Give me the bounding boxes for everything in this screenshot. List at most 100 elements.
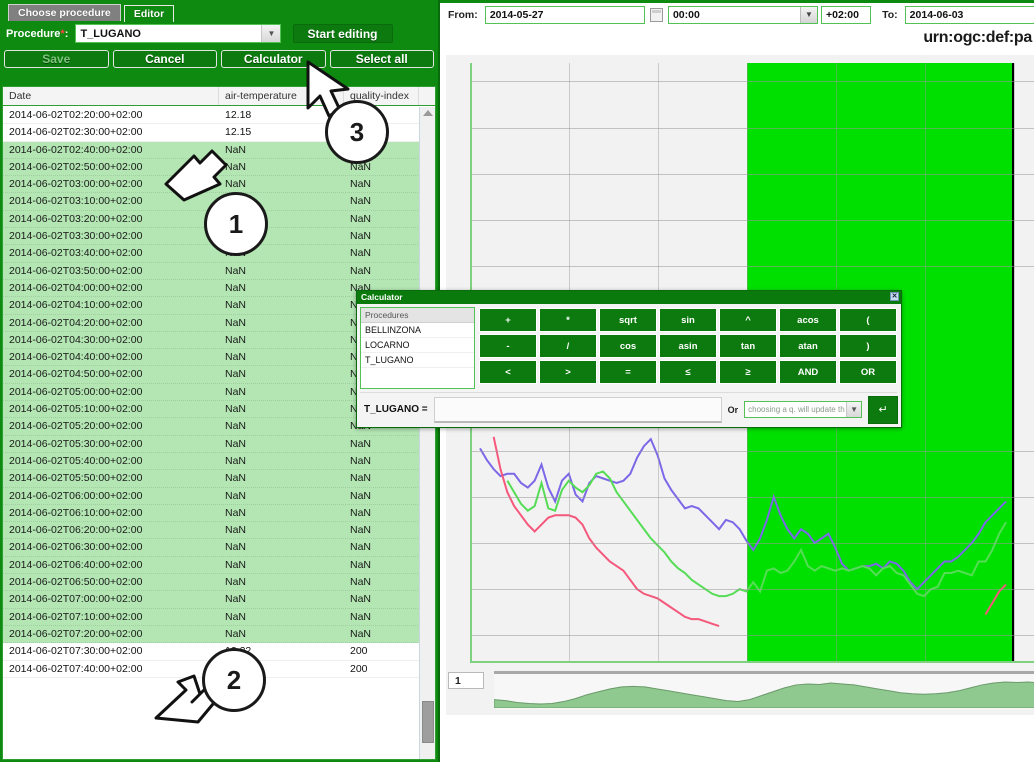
cell-qi: NaN [350, 524, 372, 537]
chart-overview-strip[interactable] [494, 671, 1034, 709]
calc-key-asin[interactable]: asin [659, 334, 717, 358]
calculator-keypad[interactable]: + * sqrt sin ^ acos( - / cos asin tan atan) < > = ≤ ≥ AND… [479, 308, 897, 384]
scrollbar-thumb[interactable] [422, 701, 434, 743]
cell-temp: NaN [225, 368, 247, 381]
calc-key-[interactable]: ( [839, 308, 897, 332]
calc-key-OR[interactable]: OR [839, 360, 897, 384]
calc-key-[interactable]: * [539, 308, 597, 332]
calc-key-[interactable]: < [479, 360, 537, 384]
overview-area-chart [494, 681, 1034, 709]
calc-key-[interactable]: ≤ [659, 360, 717, 384]
x-gridline [1014, 63, 1015, 661]
scroll-up-icon[interactable] [423, 110, 433, 116]
cell-date: 2014-06-02T06:30:00+02:00 [9, 541, 143, 554]
cell-temp: NaN [225, 472, 247, 485]
calc-key-sqrt[interactable]: sqrt [599, 308, 657, 332]
procedure-combobox[interactable]: ▼ [75, 24, 282, 43]
tab-editor[interactable]: Editor [123, 5, 175, 22]
timezone-input[interactable]: +02:00 [821, 6, 871, 24]
procedure-input[interactable] [76, 25, 263, 42]
calculator-dialog[interactable]: Calculator ✕ Procedures BELLINZONA LOCAR… [356, 290, 902, 428]
table-row[interactable]: 2014-06-02T06:40:00+02:00 NaN NaN [3, 556, 420, 575]
table-row[interactable]: 2014-06-02T05:30:00+02:00 NaN NaN [3, 435, 420, 453]
cell-qi: NaN [350, 541, 372, 554]
chevron-down-icon[interactable]: ▼ [799, 7, 817, 23]
table-row[interactable]: 2014-06-02T05:50:00+02:00 NaN NaN [3, 470, 420, 488]
calculator-titlebar[interactable]: Calculator ✕ [357, 291, 901, 304]
table-row[interactable]: 2014-06-02T06:30:00+02:00 NaN NaN [3, 539, 420, 557]
chart-page-number[interactable]: 1 [448, 672, 484, 689]
cell-temp: NaN [225, 299, 247, 312]
series-blue [479, 437, 1007, 591]
cell-date: 2014-06-02T06:10:00+02:00 [9, 506, 143, 519]
expression-input[interactable] [433, 396, 722, 423]
calc-key-[interactable]: > [539, 360, 597, 384]
cell-date: 2014-06-02T04:00:00+02:00 [9, 281, 143, 294]
cell-date: 2014-06-02T05:00:00+02:00 [9, 385, 143, 398]
cell-date: 2014-06-02T03:50:00+02:00 [9, 264, 143, 277]
cell-date: 2014-06-02T03:20:00+02:00 [9, 212, 143, 225]
enter-button[interactable]: ↵ [868, 395, 899, 424]
cell-temp: NaN [225, 541, 247, 554]
calc-key-[interactable]: = [599, 360, 657, 384]
tab-choose-procedure[interactable]: Choose procedure [8, 4, 121, 21]
calc-key-acos[interactable]: acos [779, 308, 837, 332]
cell-date: 2014-06-02T07:00:00+02:00 [9, 593, 143, 606]
calc-key-[interactable]: / [539, 334, 597, 358]
table-row[interactable]: 2014-06-02T06:00:00+02:00 NaN NaN [3, 487, 420, 505]
column-header-date[interactable]: Date [3, 87, 219, 105]
cell-qi: 200 [350, 662, 368, 675]
calc-key-sin[interactable]: sin [659, 308, 717, 332]
calc-key-[interactable]: ≥ [719, 360, 777, 384]
procedure-label-text: Procedure [6, 27, 61, 40]
from-date-input[interactable]: 2014-05-27 [484, 6, 645, 24]
calc-key-[interactable]: - [479, 334, 537, 358]
cell-date: 2014-06-02T05:30:00+02:00 [9, 437, 143, 450]
from-time-select[interactable]: 00:00 ▼ [667, 6, 818, 24]
start-editing-button[interactable]: Start editing [292, 24, 393, 43]
table-row[interactable]: 2014-06-02T03:40:00+02:00NaNNaN [3, 245, 420, 263]
cancel-button[interactable]: Cancel [112, 50, 217, 68]
calc-key-atan[interactable]: atan [779, 334, 837, 358]
table-row[interactable]: 2014-06-02T06:20:00+02:00 NaN NaN [3, 522, 420, 540]
calc-key-[interactable]: ) [839, 334, 897, 358]
chevron-down-icon[interactable]: ▼ [846, 402, 862, 417]
procedure-item-0[interactable]: BELLINZONA [361, 323, 474, 338]
cell-qi: NaN [350, 610, 372, 623]
table-row[interactable]: 2014-06-02T07:00:00+02:00 NaN NaN [3, 591, 420, 609]
procedure-item-2[interactable]: T_LUGANO [361, 353, 474, 368]
table-row[interactable]: 2014-06-02T06:10:00+02:00 NaN NaN [3, 504, 420, 523]
calc-key-tan[interactable]: tan [719, 334, 777, 358]
cell-qi: NaN [350, 472, 372, 485]
quality-index-placeholder: choosing a q. will update the val [748, 405, 845, 414]
cell-temp: NaN [225, 576, 247, 589]
procedure-bar: Procedure*: ▼ Start editing [0, 22, 438, 48]
cell-qi: NaN [350, 178, 372, 191]
cell-temp: NaN [225, 333, 247, 346]
table-row[interactable]: 2014-06-02T07:20:00+02:00 NaN NaN [3, 625, 420, 644]
cell-qi: NaN [350, 576, 372, 589]
close-icon[interactable]: ✕ [890, 292, 899, 301]
chevron-down-icon[interactable]: ▼ [261, 25, 281, 42]
to-label: To: [882, 9, 898, 21]
cell-date: 2014-06-02T03:40:00+02:00 [9, 247, 143, 260]
procedure-item-1[interactable]: LOCARNO [361, 338, 474, 353]
quality-index-select[interactable]: choosing a q. will update the val ▼ [744, 401, 863, 418]
to-date-input[interactable]: 2014-06-03 [904, 6, 1034, 24]
calendar-icon[interactable] [649, 8, 663, 22]
cell-qi: NaN [350, 558, 372, 571]
table-row[interactable]: 2014-06-02T07:10:00+02:00 NaN NaN [3, 608, 420, 626]
cell-temp: NaN [225, 627, 247, 640]
calc-key-cos[interactable]: cos [599, 334, 657, 358]
calc-key-[interactable]: + [479, 308, 537, 332]
calc-key-[interactable]: ^ [719, 308, 777, 332]
table-row[interactable]: 2014-06-02T03:50:00+02:00 NaN NaN [3, 262, 420, 280]
time-range-bar: From: 2014-05-27 00:00 ▼ +02:00 To: 2014… [440, 3, 1034, 27]
table-vertical-scrollbar[interactable] [419, 107, 435, 759]
save-button[interactable]: Save [4, 50, 109, 68]
calculator-procedure-list[interactable]: Procedures BELLINZONA LOCARNO T_LUGANO [360, 307, 475, 389]
calc-key-AND[interactable]: AND [779, 360, 837, 384]
cell-temp: NaN [225, 489, 247, 502]
table-row[interactable]: 2014-06-02T06:50:00+02:00 NaN NaN [3, 574, 420, 592]
table-row[interactable]: 2014-06-02T05:40:00+02:00 NaN NaN [3, 452, 420, 471]
